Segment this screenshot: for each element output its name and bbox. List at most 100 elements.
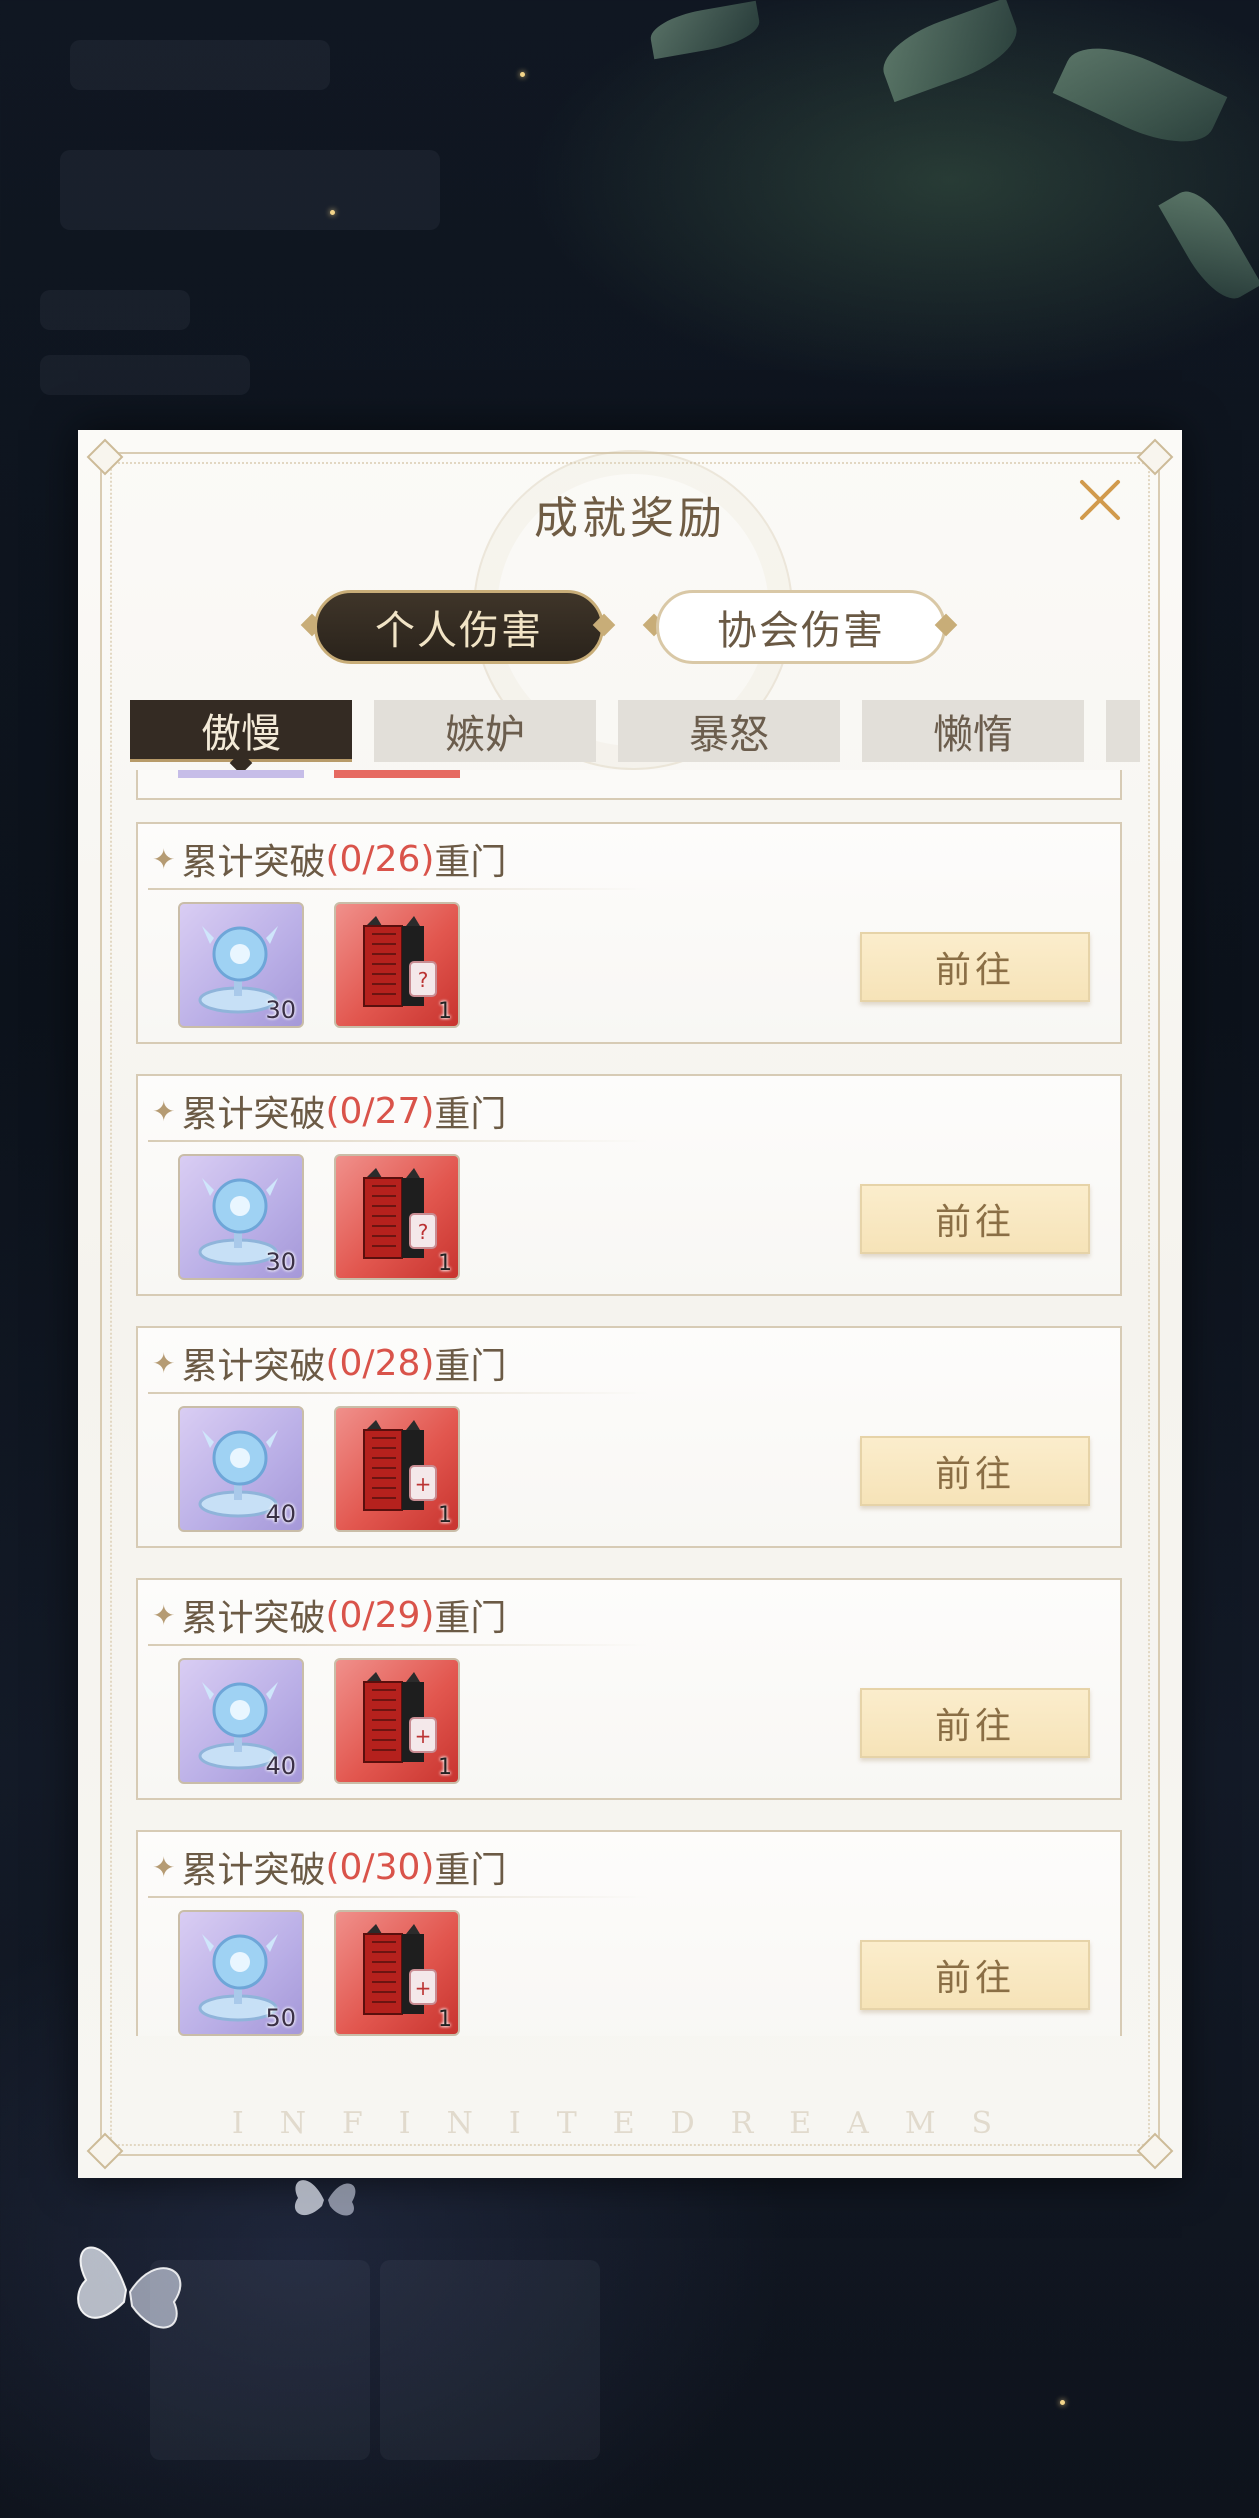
background-blurred-panel <box>60 150 440 230</box>
reward-puzzle-box[interactable]: ? 1 <box>334 1154 460 1280</box>
divider <box>148 1140 648 1142</box>
reward-quantity: 40 <box>265 1500 296 1528</box>
achievement-progress: (0/30) <box>325 1846 435 1888</box>
go-button[interactable]: 前往 <box>860 932 1090 1002</box>
achievement-card: ✦ 累计突破 (0/27) 重门 30 ? 1 前往 <box>136 1074 1122 1296</box>
sub-tab-bar: 傲慢 嫉妒 暴怒 懒惰 <box>130 700 1140 762</box>
achievement-suffix: 重门 <box>434 1598 507 1639</box>
achievement-title: ✦ 累计突破 (0/30) 重门 <box>152 1842 506 1892</box>
butterfly-icon <box>294 2180 356 2216</box>
achievement-progress: (0/27) <box>325 1090 435 1132</box>
butterfly-icon <box>77 2246 182 2329</box>
reward-quantity: 1 <box>438 1503 452 1528</box>
reward-quantity: 30 <box>265 1248 296 1276</box>
achievement-suffix: 重门 <box>434 1094 507 1135</box>
sparkle <box>1060 2400 1065 2405</box>
leaf-decoration <box>873 0 1027 103</box>
reward-crystal[interactable]: 40 <box>178 1658 304 1784</box>
background-blurred-stat <box>40 355 250 395</box>
achievement-list[interactable]: ✦ 累计突破 (0/26) 重门 30 ? 1 前往 ✦ 累计突破 (0/27)… <box>136 770 1122 2036</box>
background-blurred-stat <box>40 290 190 330</box>
svg-text:+: + <box>415 1472 432 1496</box>
svg-text:+: + <box>415 1976 432 2000</box>
reward-quantity: 1 <box>438 2007 452 2032</box>
reward-puzzle-box[interactable]: + 1 <box>334 1658 460 1784</box>
achievement-card: ✦ 累计突破 (0/28) 重门 40 + 1 前往 <box>136 1326 1122 1548</box>
achievement-title: ✦ 累计突破 (0/29) 重门 <box>152 1590 506 1640</box>
achievement-card: ✦ 累计突破 (0/29) 重门 40 + 1 前往 <box>136 1578 1122 1800</box>
previous-item-edge <box>178 770 304 778</box>
svg-text:?: ? <box>418 968 429 992</box>
divider <box>148 1392 648 1394</box>
dialog-title: 成就奖励 <box>534 493 726 544</box>
achievement-progress: (0/29) <box>325 1594 435 1636</box>
sub-tab-envy[interactable]: 嫉妒 <box>374 700 596 762</box>
achievement-title: ✦ 累计突破 (0/28) 重门 <box>152 1338 506 1388</box>
sub-tab-label: 懒惰 <box>933 712 1013 758</box>
achievement-prefix: 累计突破 <box>181 1346 326 1387</box>
go-button[interactable]: 前往 <box>860 1184 1090 1254</box>
achievement-progress: (0/28) <box>325 1342 435 1384</box>
reward-puzzle-box[interactable]: + 1 <box>334 1910 460 2036</box>
leaf-decoration <box>647 0 763 60</box>
achievement-prefix: 累计突破 <box>181 842 326 883</box>
tab-guild-damage[interactable]: 协会伤害 <box>656 590 946 664</box>
sub-tab-label: 嫉妒 <box>445 712 525 758</box>
sparkle-icon: ✦ <box>152 1598 176 1632</box>
reward-quantity: 30 <box>265 996 296 1024</box>
close-icon[interactable] <box>1070 470 1130 530</box>
achievement-progress: (0/26) <box>325 838 435 880</box>
background-blurred-bar <box>70 40 330 90</box>
achievement-card: ✦ 累计突破 (0/26) 重门 30 ? 1 前往 <box>136 822 1122 1044</box>
sparkle-icon: ✦ <box>152 1094 176 1128</box>
leaf-decoration <box>1052 29 1228 161</box>
go-button[interactable]: 前往 <box>860 1436 1090 1506</box>
sub-tab-wrath[interactable]: 暴怒 <box>618 700 840 762</box>
sub-tab-next-partial[interactable] <box>1106 700 1140 762</box>
achievement-prefix: 累计突破 <box>181 1094 326 1135</box>
achievement-title: ✦ 累计突破 (0/27) 重门 <box>152 1086 506 1136</box>
leaf-decoration <box>1158 180 1259 310</box>
go-button[interactable]: 前往 <box>860 1688 1090 1758</box>
reward-crystal[interactable]: 30 <box>178 1154 304 1280</box>
reward-quantity: 40 <box>265 1752 296 1780</box>
svg-text:+: + <box>415 1724 432 1748</box>
reward-crystal[interactable]: 40 <box>178 1406 304 1532</box>
sub-tab-label: 傲慢 <box>201 710 281 757</box>
previous-item-edge <box>334 770 460 778</box>
achievement-prefix: 累计突破 <box>181 1598 326 1639</box>
achievement-reward-dialog: 成就奖励 个人伤害 协会伤害 傲慢 嫉妒 暴怒 懒惰 ✦ 累计突破 (0/26)… <box>78 430 1182 2178</box>
tab-label: 协会伤害 <box>717 608 885 654</box>
sub-tab-label: 暴怒 <box>689 712 769 758</box>
divider <box>148 888 648 890</box>
reward-crystal[interactable]: 30 <box>178 902 304 1028</box>
tab-personal-damage[interactable]: 个人伤害 <box>314 590 604 664</box>
sparkle-icon: ✦ <box>152 842 176 876</box>
divider <box>148 1896 648 1898</box>
tab-label: 个人伤害 <box>375 608 543 654</box>
achievement-suffix: 重门 <box>434 842 507 883</box>
achievement-suffix: 重门 <box>434 1850 507 1891</box>
svg-text:?: ? <box>418 1220 429 1244</box>
achievement-card: ✦ 累计突破 (0/30) 重门 50 + 1 前往 <box>136 1830 1122 2036</box>
previous-card-edge <box>136 770 1122 800</box>
reward-puzzle-box[interactable]: ? 1 <box>334 902 460 1028</box>
sparkle-icon: ✦ <box>152 1850 176 1884</box>
background-blurred-card <box>380 2260 600 2460</box>
reward-quantity: 1 <box>438 1755 452 1780</box>
achievement-prefix: 累计突破 <box>181 1850 326 1891</box>
reward-puzzle-box[interactable]: + 1 <box>334 1406 460 1532</box>
achievement-suffix: 重门 <box>434 1346 507 1387</box>
reward-crystal[interactable]: 50 <box>178 1910 304 2036</box>
sub-tab-pride[interactable]: 傲慢 <box>130 700 352 762</box>
go-button[interactable]: 前往 <box>860 1940 1090 2010</box>
sparkle-icon: ✦ <box>152 1346 176 1380</box>
divider <box>148 1644 648 1646</box>
reward-quantity: 1 <box>438 1251 452 1276</box>
sparkle <box>520 72 525 77</box>
footer-watermark: INFINITEDREAMS <box>231 2106 1029 2141</box>
reward-quantity: 50 <box>265 2004 296 2032</box>
reward-quantity: 1 <box>438 999 452 1024</box>
sparkle <box>330 210 335 215</box>
sub-tab-sloth[interactable]: 懒惰 <box>862 700 1084 762</box>
